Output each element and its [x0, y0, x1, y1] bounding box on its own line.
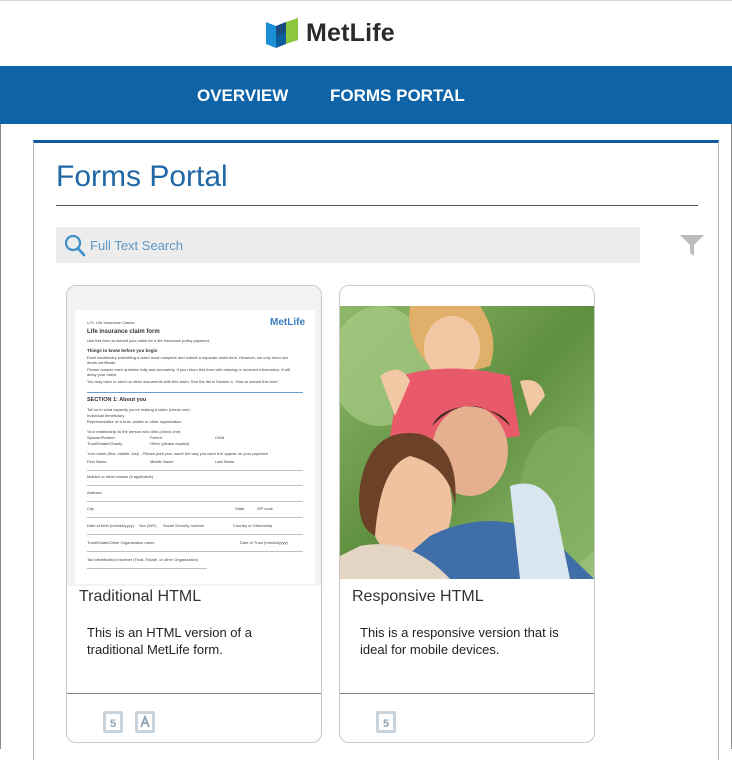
search-icon[interactable] [64, 234, 86, 258]
thumbnail-divider [87, 392, 303, 393]
site-header: MetLife [0, 0, 732, 66]
title-divider [56, 205, 698, 206]
thumbnail-field-line [87, 568, 207, 569]
card-divider [340, 693, 594, 694]
thumbnail-field-line [87, 551, 303, 552]
nav-item-forms-portal[interactable]: FORMS PORTAL [330, 86, 465, 106]
thumbnail-field-label: Sex (M/F) [139, 523, 157, 528]
form-thumbnail: MetLife U.S. Life Insurance Claims Life … [75, 310, 315, 584]
thumbnail-field-label: ZIP code [257, 506, 273, 511]
card-divider [67, 693, 321, 694]
thumbnail-relationship-prompt: Your relationship to the person who died… [87, 429, 182, 434]
main-nav: OVERVIEW FORMS PORTAL [0, 66, 732, 124]
thumbnail-field-line [87, 470, 303, 471]
thumbnail-bullet: Each beneficiary submitting a claim must… [87, 355, 289, 365]
thumbnail-option: Parent [150, 435, 162, 440]
thumbnail-option: Individual beneficiary [87, 413, 125, 418]
thumbnail-field-label: Tax Identification Number (Trust, Estate… [87, 557, 199, 562]
form-card-traditional-html[interactable]: MetLife U.S. Life Insurance Claims Life … [66, 285, 322, 743]
thumbnail-field-line [87, 501, 303, 502]
thumbnail-header: U.S. Life Insurance Claims [87, 320, 135, 325]
family-photo [340, 306, 594, 579]
thumbnail-field-line [87, 517, 303, 518]
thumbnail-section-heading: SECTION 1: About you [87, 397, 147, 403]
thumbnail-option: Other (please explain) [150, 441, 190, 446]
svg-text:5: 5 [383, 718, 389, 730]
card-description: This is an HTML version of a traditional… [87, 625, 252, 657]
thumbnail-field-line [87, 485, 303, 486]
thumbnail-name-prompt: Your name (first, middle, last) - Please… [87, 451, 268, 456]
card-format-icons: 5 [103, 711, 155, 733]
html5-icon[interactable]: 5 [103, 711, 123, 733]
thumbnail-form-title: Life insurance claim form [87, 329, 160, 335]
card-format-icons: 5 [376, 711, 396, 733]
card-title[interactable]: Traditional HTML [79, 588, 201, 606]
thumbnail-field-label: State [235, 506, 245, 511]
thumbnail-logo: MetLife [270, 317, 305, 328]
thumbnail-field-label: Country of Citizenship [233, 523, 273, 528]
thumbnail-capacity-prompt: Tell us in what capacity you're making a… [87, 407, 191, 412]
metlife-logo-icon [266, 18, 298, 48]
card-title[interactable]: Responsive HTML [352, 588, 484, 606]
thumbnail-field-label: Date of birth (mm/dd/yyyy) [87, 523, 134, 528]
card-thumbnail-area [340, 286, 594, 586]
filter-icon[interactable] [679, 234, 705, 258]
search-bar[interactable] [56, 227, 640, 263]
nav-item-overview[interactable]: OVERVIEW [197, 86, 288, 106]
thumbnail-form-subtitle: Use this form to submit your claim for a… [87, 338, 210, 343]
thumbnail-things-heading: Things to know before you begin [87, 348, 158, 353]
thumbnail-field-label: Maiden or other names (if applicable) [87, 474, 154, 479]
logo-text: MetLife [306, 18, 395, 47]
form-card-responsive-html[interactable]: Responsive HTML This is a responsive ver… [339, 285, 595, 743]
thumbnail-bullet: Please answer each question fully and ac… [87, 367, 291, 377]
thumbnail-field-label: Trust/Estate/Other Organization name [87, 540, 155, 545]
pdf-icon[interactable] [135, 711, 155, 733]
card-thumbnail-area: MetLife U.S. Life Insurance Claims Life … [67, 286, 321, 586]
thumbnail-field-label: First Name [87, 459, 107, 464]
html5-icon[interactable]: 5 [376, 711, 396, 733]
thumbnail-field-label: Last Name [215, 459, 235, 464]
card-description: This is a responsive version that is ide… [360, 625, 559, 657]
search-input[interactable] [90, 227, 630, 263]
thumbnail-field-label: Middle Name [150, 459, 174, 464]
page-title: Forms Portal [56, 160, 228, 193]
svg-text:5: 5 [110, 718, 116, 730]
thumbnail-field-label: Social Security number [163, 523, 205, 528]
thumbnail-option: Representative of a trust, estate or oth… [87, 419, 182, 424]
thumbnail-option: Child [215, 435, 225, 440]
thumbnail-field-line [87, 534, 303, 535]
metlife-logo[interactable]: MetLife [266, 18, 395, 48]
thumbnail-field-label: Address [87, 490, 102, 495]
thumbnail-bullet: You may have to send us other documents … [87, 379, 280, 384]
thumbnail-field-label: Date of Trust (mm/dd/yyyy) [240, 540, 289, 545]
thumbnail-option: Spouse/Partner [87, 435, 115, 440]
thumbnail-field-label: City [87, 506, 94, 511]
thumbnail-option: Trust/Estate/Charity [87, 441, 123, 446]
